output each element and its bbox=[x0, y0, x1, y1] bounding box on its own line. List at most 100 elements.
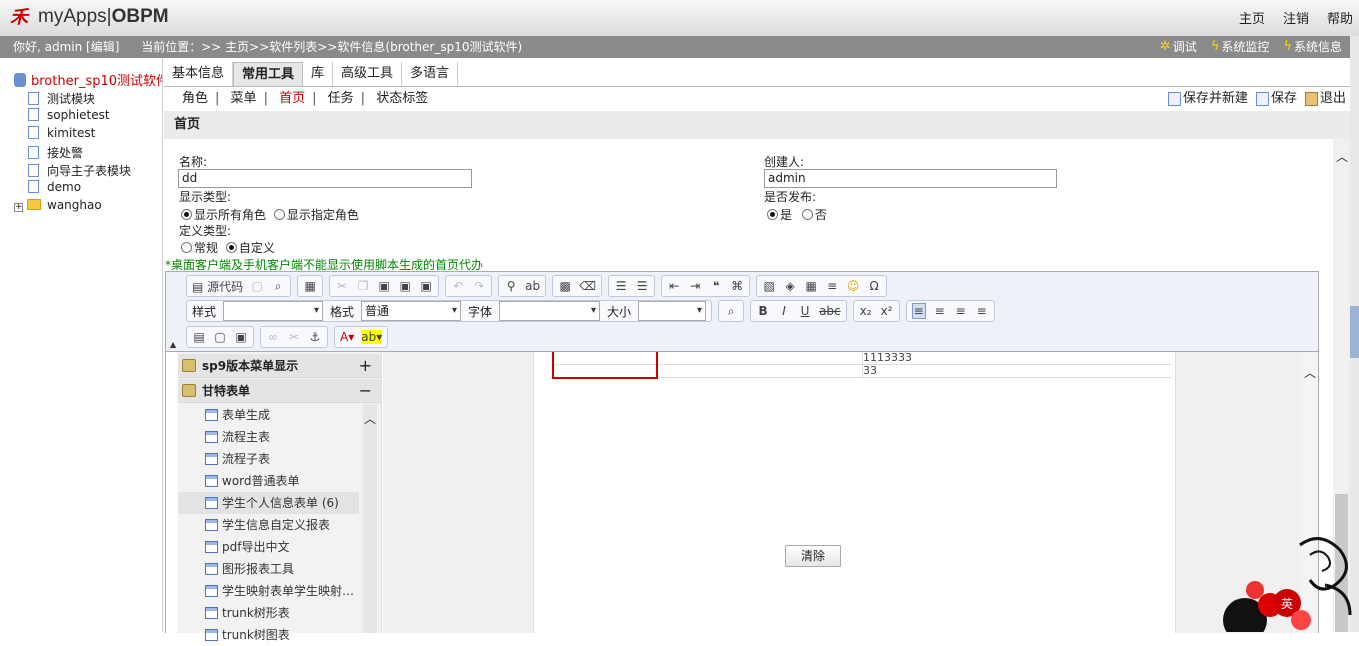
list-item[interactable]: trunk树图表 bbox=[178, 624, 359, 646]
tree-item[interactable]: 向导主子表模块 bbox=[28, 162, 131, 179]
creator-input[interactable]: admin bbox=[764, 169, 1057, 188]
subtab-homepage[interactable]: 首页 bbox=[279, 91, 305, 106]
nav-home[interactable]: 主页 bbox=[1239, 8, 1265, 27]
copy-icon[interactable]: ❐ bbox=[356, 279, 370, 293]
side-panel-handle[interactable] bbox=[1350, 306, 1359, 358]
link-icon[interactable]: ∞ bbox=[266, 330, 280, 344]
justify-icon[interactable]: ≡ bbox=[975, 304, 989, 318]
expand-icon[interactable]: + bbox=[359, 354, 372, 378]
expand-icon[interactable]: + bbox=[14, 203, 23, 212]
tree-item[interactable]: 测试模块 bbox=[28, 90, 95, 107]
tree-item-folder[interactable]: + wanghao bbox=[14, 198, 102, 212]
tree-item[interactable]: demo bbox=[28, 180, 81, 194]
list-item[interactable]: 学生映射表单学生映射… bbox=[178, 580, 359, 602]
list-item[interactable]: trunk树形表 bbox=[178, 602, 359, 624]
flash-icon[interactable]: ◈ bbox=[783, 279, 797, 293]
div-container-icon[interactable]: ⌘ bbox=[730, 279, 744, 293]
bullet-list-icon[interactable]: ☰ bbox=[635, 279, 649, 293]
list-item[interactable]: 流程子表 bbox=[178, 448, 359, 470]
superscript-icon[interactable]: x² bbox=[880, 304, 894, 318]
table-cell[interactable]: 33 bbox=[863, 364, 877, 377]
save-and-new-button[interactable]: 保存并新建 bbox=[1167, 87, 1248, 111]
clear-button[interactable]: 清除 bbox=[785, 545, 841, 567]
text-color-icon[interactable]: A▾ bbox=[340, 330, 354, 344]
list-item[interactable]: pdf导出中文 bbox=[178, 536, 359, 558]
exit-button[interactable]: 退出 bbox=[1304, 87, 1346, 111]
tab-languages[interactable]: 多语言 bbox=[402, 62, 459, 86]
form-icon[interactable]: ▤ bbox=[192, 330, 206, 344]
style-select[interactable] bbox=[223, 301, 324, 321]
list-item[interactable]: word普通表单 bbox=[178, 470, 359, 492]
greeting[interactable]: 你好, admin [编辑] bbox=[13, 40, 119, 54]
tree-item[interactable]: 接处警 bbox=[28, 144, 83, 161]
numbered-list-icon[interactable]: ☰ bbox=[614, 279, 628, 293]
save-button[interactable]: 保存 bbox=[1255, 87, 1297, 111]
define-normal-radio[interactable] bbox=[181, 242, 192, 253]
eraser-icon[interactable]: ⌫ bbox=[579, 279, 596, 293]
strike-icon[interactable]: abc bbox=[819, 304, 841, 318]
list-item[interactable]: 学生信息自定义报表 bbox=[178, 514, 359, 536]
anchor-icon[interactable]: ⚓ bbox=[308, 330, 322, 344]
subtab-tasks[interactable]: 任务 bbox=[328, 91, 354, 106]
indent-icon[interactable]: ⇥ bbox=[688, 279, 702, 293]
display-specified-radio[interactable] bbox=[273, 209, 285, 220]
list-item[interactable]: 流程主表 bbox=[178, 426, 359, 448]
menu-group[interactable]: sp9版本菜单显示 + bbox=[178, 354, 382, 378]
name-input[interactable]: dd bbox=[178, 169, 472, 188]
scroll-up-icon[interactable]: ︿ bbox=[1336, 148, 1348, 165]
display-all-radio[interactable] bbox=[181, 209, 192, 220]
bg-color-icon[interactable]: ab▾ bbox=[361, 330, 383, 344]
tree-item[interactable]: kimitest bbox=[28, 126, 95, 140]
size-select[interactable] bbox=[638, 301, 707, 321]
align-center-icon[interactable]: ≡ bbox=[933, 304, 947, 318]
blockquote-icon[interactable]: ❝ bbox=[709, 279, 723, 293]
undo-icon[interactable]: ↶ bbox=[451, 279, 465, 293]
nav-help[interactable]: 帮助 bbox=[1327, 8, 1353, 27]
font-select[interactable] bbox=[499, 301, 601, 321]
subscript-icon[interactable]: x₂ bbox=[859, 304, 873, 318]
collapse-icon[interactable]: − bbox=[359, 379, 372, 403]
list-item[interactable]: 表单生成 bbox=[178, 404, 359, 426]
align-right-icon[interactable]: ≡ bbox=[954, 304, 968, 318]
publish-yes-radio[interactable] bbox=[767, 209, 778, 220]
define-custom-radio[interactable] bbox=[225, 242, 237, 253]
template-icon[interactable]: ▦ bbox=[303, 279, 317, 293]
select-all-icon[interactable]: ▩ bbox=[558, 279, 572, 293]
table-icon[interactable]: ▦ bbox=[804, 279, 818, 293]
special-char-icon[interactable]: Ω bbox=[867, 279, 881, 293]
unlink-icon[interactable]: ✂ bbox=[287, 330, 301, 344]
system-monitor-button[interactable]: ϟ 系统监控 bbox=[1211, 36, 1270, 58]
horizontal-rule-icon[interactable]: ≡ bbox=[825, 279, 839, 293]
source-code-button[interactable]: ▤ 源代码 bbox=[192, 278, 243, 295]
tab-library[interactable]: 库 bbox=[303, 62, 334, 86]
smiley-icon[interactable]: ☺ bbox=[846, 279, 860, 293]
tab-basic-info[interactable]: 基本信息 bbox=[164, 62, 234, 86]
nav-logout[interactable]: 注销 bbox=[1283, 8, 1309, 27]
subtab-menus[interactable]: 菜单 bbox=[231, 91, 257, 106]
bold-icon[interactable]: B bbox=[756, 304, 770, 318]
list-item[interactable]: 学生个人信息表单 (6) bbox=[178, 492, 359, 514]
menu-group[interactable]: 甘特表单 − bbox=[178, 379, 382, 403]
format-select[interactable]: 普通 bbox=[361, 301, 462, 321]
maximize-icon[interactable]: ⌕ bbox=[724, 304, 738, 319]
tab-advanced-tools[interactable]: 高级工具 bbox=[333, 62, 403, 86]
menu-scrollbar[interactable] bbox=[363, 404, 377, 633]
italic-icon[interactable]: I bbox=[777, 304, 791, 318]
align-left-icon[interactable]: ≡ bbox=[911, 303, 926, 319]
find-icon[interactable]: ⚲ bbox=[504, 279, 518, 293]
table-cell[interactable]: 1113333 bbox=[863, 351, 912, 364]
system-info-button[interactable]: ϟ 系统信息 bbox=[1283, 36, 1342, 58]
image-icon[interactable]: ▧ bbox=[762, 279, 776, 293]
paste-icon[interactable]: ▣ bbox=[377, 279, 391, 293]
collapse-toolbar-icon[interactable]: ▲ bbox=[170, 340, 176, 349]
preview-icon[interactable]: ⌕ bbox=[271, 279, 285, 294]
replace-icon[interactable]: ab bbox=[525, 279, 540, 293]
debug-button[interactable]: ✲ 调试 bbox=[1160, 36, 1197, 58]
publish-no-radio[interactable] bbox=[801, 209, 813, 220]
tree-item[interactable]: sophietest bbox=[28, 108, 110, 122]
paste-text-icon[interactable]: ▣ bbox=[398, 279, 412, 293]
subtab-roles[interactable]: 角色 bbox=[182, 91, 208, 106]
list-item[interactable]: 图形报表工具 bbox=[178, 558, 359, 580]
subtab-status-labels[interactable]: 状态标签 bbox=[376, 91, 428, 106]
tab-common-tools[interactable]: 常用工具 bbox=[233, 62, 304, 86]
